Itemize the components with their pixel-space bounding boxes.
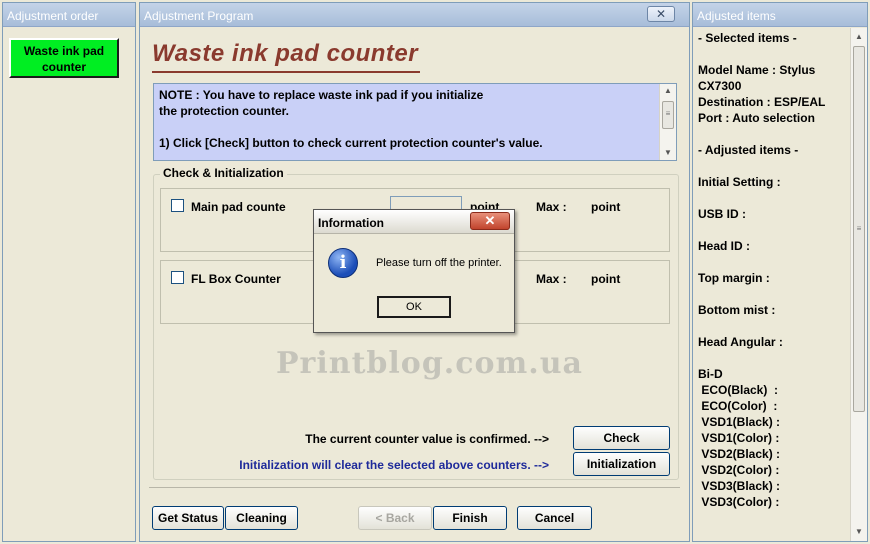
- adjusted-items-header: - Adjusted items -: [698, 143, 799, 157]
- head-angular-line: Head Angular :: [698, 335, 783, 349]
- ok-button[interactable]: OK: [377, 296, 451, 318]
- bottom-mist-line: Bottom mist :: [698, 303, 776, 317]
- adjusted-items-title: Adjusted items: [693, 3, 867, 27]
- bid-vsd1-black: VSD1(Black) :: [698, 415, 781, 429]
- initial-setting-line: Initial Setting :: [698, 175, 781, 189]
- dialog-close-icon[interactable]: ✕: [470, 212, 510, 230]
- bid-header: Bi-D: [698, 367, 723, 381]
- fl-box-max-unit: point: [591, 272, 621, 286]
- note-line-2: the protection counter.: [159, 104, 290, 118]
- finish-button[interactable]: Finish: [433, 506, 507, 530]
- model-name-line-1: Model Name : Stylus: [698, 63, 816, 77]
- page-title: Waste ink pad counter: [152, 40, 419, 67]
- check-button[interactable]: Check: [573, 426, 670, 450]
- information-dialog: Information ✕ i Please turn off the prin…: [313, 209, 515, 333]
- bid-eco-black: ECO(Black) :: [698, 383, 779, 397]
- scroll-down-icon[interactable]: ▼: [851, 525, 867, 539]
- fl-box-checkbox[interactable]: [171, 271, 184, 284]
- scroll-down-icon[interactable]: ▼: [660, 146, 676, 160]
- dialog-message: Please turn off the printer.: [376, 257, 502, 269]
- bid-vsd1-color: VSD1(Color) :: [698, 431, 780, 445]
- bid-vsd3-color: VSD3(Color) :: [698, 495, 780, 509]
- port-line: Port : Auto selection: [698, 111, 815, 125]
- watermark: Printblog.com.ua: [276, 346, 583, 381]
- scroll-up-icon[interactable]: ▲: [660, 84, 676, 98]
- info-icon: i: [328, 248, 358, 278]
- back-button[interactable]: < Back: [358, 506, 432, 530]
- main-pad-checkbox[interactable]: [171, 199, 184, 212]
- check-initialization-label: Check & Initialization: [160, 166, 287, 180]
- initialization-button[interactable]: Initialization: [573, 452, 670, 476]
- head-id-line: Head ID :: [698, 239, 751, 253]
- main-pad-max-unit: point: [591, 200, 621, 214]
- top-margin-line: Top margin :: [698, 271, 770, 285]
- initialization-text: Initialization will clear the selected a…: [239, 458, 549, 472]
- bid-eco-color: ECO(Color) :: [698, 399, 778, 413]
- adjustment-order-title: Adjustment order: [3, 3, 135, 27]
- note-box[interactable]: NOTE : You have to replace waste ink pad…: [153, 83, 677, 161]
- cleaning-button[interactable]: Cleaning: [225, 506, 298, 530]
- bid-vsd2-color: VSD2(Color) :: [698, 463, 780, 477]
- waste-ink-pad-counter-button[interactable]: Waste ink pad counter: [9, 38, 119, 78]
- destination-line: Destination : ESP/EAL: [698, 95, 826, 109]
- model-name-line-2: CX7300: [698, 79, 742, 93]
- adjustment-order-panel: Adjustment order Waste ink pad counter: [2, 2, 136, 542]
- main-pad-label: Main pad counte: [191, 200, 286, 214]
- note-scrollbar[interactable]: ▲ ≡ ▼: [659, 84, 676, 160]
- bid-vsd2-black: VSD2(Black) :: [698, 447, 781, 461]
- fl-box-max-label: Max :: [536, 272, 567, 286]
- scroll-thumb[interactable]: ≡: [853, 46, 865, 412]
- adjusted-items-scrollbar[interactable]: ▲ ≡ ▼: [850, 28, 867, 541]
- scroll-thumb[interactable]: ≡: [662, 101, 674, 129]
- usb-id-line: USB ID :: [698, 207, 746, 221]
- adjustment-program-title: Adjustment Program: [140, 3, 689, 27]
- fl-box-label: FL Box Counter: [191, 272, 281, 286]
- bottom-divider: [149, 487, 680, 488]
- main-pad-max-label: Max :: [536, 200, 567, 214]
- title-underline: [152, 71, 420, 73]
- close-x-icon[interactable]: ✕: [647, 6, 675, 22]
- get-status-button[interactable]: Get Status: [152, 506, 224, 530]
- confirm-text: The current counter value is confirmed. …: [305, 432, 549, 446]
- scroll-up-icon[interactable]: ▲: [851, 30, 867, 44]
- adjustment-order-body: Waste ink pad counter: [3, 28, 135, 541]
- adjusted-items-panel: Adjusted items - Selected items - Model …: [692, 2, 868, 542]
- adjusted-items-body[interactable]: - Selected items - Model Name : Stylus C…: [693, 28, 867, 541]
- selected-items-header: - Selected items -: [698, 31, 797, 45]
- cancel-button[interactable]: Cancel: [517, 506, 592, 530]
- note-line-3: 1) Click [Check] button to check current…: [159, 136, 543, 150]
- note-line-1: NOTE : You have to replace waste ink pad…: [159, 88, 484, 102]
- bid-vsd3-black: VSD3(Black) :: [698, 479, 781, 493]
